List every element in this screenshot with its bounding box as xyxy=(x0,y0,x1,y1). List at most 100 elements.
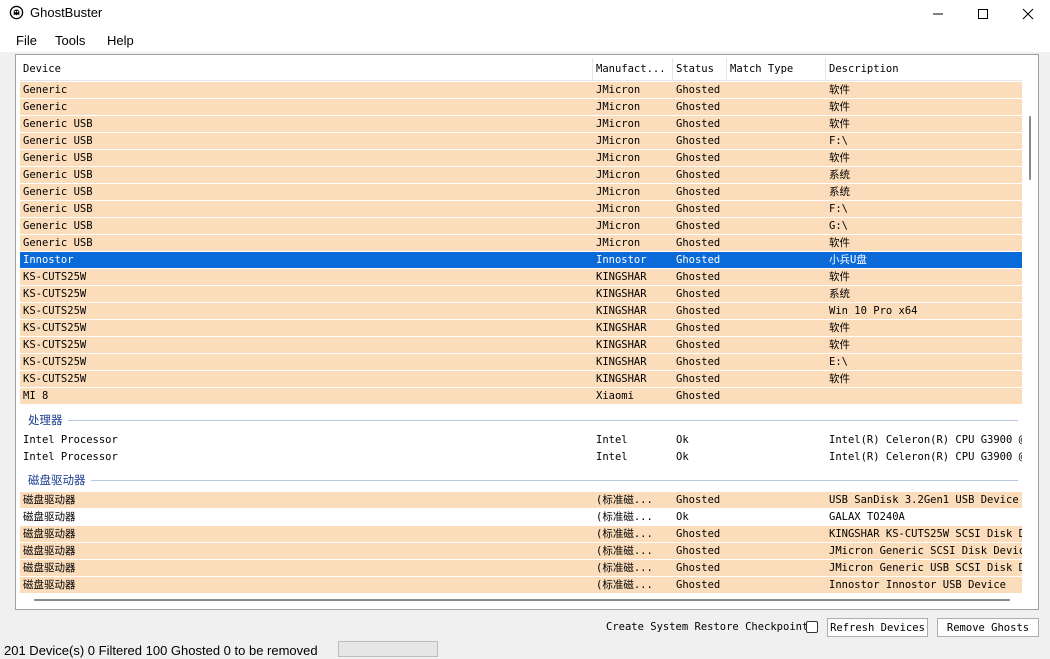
match-type-cell xyxy=(727,388,826,404)
manufacturer-cell: Intel xyxy=(596,434,628,446)
status-cell: Ghosted xyxy=(676,271,721,283)
match-type-cell xyxy=(727,184,826,200)
column-match-type[interactable]: Match Type xyxy=(727,58,826,80)
status-cell: Ghosted xyxy=(676,390,721,402)
manufacturer-cell: KINGSHAR xyxy=(596,305,647,317)
status-cell: Ghosted xyxy=(676,203,721,215)
table-row[interactable]: KS-CUTS25W KINGSHAR Ghosted 软件 xyxy=(20,320,1022,337)
manufacturer-cell: KINGSHAR xyxy=(596,339,647,351)
table-row[interactable]: KS-CUTS25W KINGSHAR Ghosted 软件 xyxy=(20,371,1022,388)
table-row[interactable]: Intel Processor Intel Ok Intel(R) Celeron(R… xyxy=(20,449,1022,465)
table-row[interactable]: 磁盘驱动器 (标准磁... Ghosted KINGSHAR KS-CUTS25W S… xyxy=(20,526,1022,543)
remove-ghosts-button[interactable]: Remove Ghosts xyxy=(937,618,1039,637)
table-row[interactable]: 磁盘驱动器 (标准磁... Ok GALAX TO240A xyxy=(20,509,1022,525)
description-cell: 软件 xyxy=(829,152,850,164)
table-row[interactable]: KS-CUTS25W KINGSHAR Ghosted 软件 xyxy=(20,337,1022,354)
menu-bar: File Tools Help xyxy=(0,28,1050,52)
column-manufacturer[interactable]: Manufact... xyxy=(593,58,673,80)
description-cell: Intel(R) Celeron(R) CPU G3900 @ xyxy=(829,451,1022,463)
manufacturer-cell: (标准磁... xyxy=(596,528,653,540)
status-cell: Ghosted xyxy=(676,169,721,181)
table-row[interactable]: MI 8 Xiaomi Ghosted xyxy=(20,388,1022,405)
device-cell: KS-CUTS25W xyxy=(23,339,87,351)
device-cell: KS-CUTS25W xyxy=(23,288,87,300)
vertical-scrollbar[interactable] xyxy=(1023,58,1037,588)
column-status[interactable]: Status xyxy=(673,58,727,80)
table-row[interactable]: KS-CUTS25W KINGSHAR Ghosted Win 10 Pro x64 xyxy=(20,303,1022,320)
match-type-cell xyxy=(727,492,826,508)
device-cell: Innostor xyxy=(23,254,74,266)
description-cell: 系统 xyxy=(829,288,850,300)
device-cell: Generic USB xyxy=(23,186,93,198)
menu-tools[interactable]: Tools xyxy=(55,33,85,48)
table-row[interactable]: 磁盘驱动器 (标准磁... Ghosted USB SanDisk 3.2Gen1 … xyxy=(20,492,1022,509)
table-row[interactable]: 磁盘驱动器 (标准磁... Ghosted Innostor Innostor USB… xyxy=(20,577,1022,594)
device-cell: MI 8 xyxy=(23,390,49,402)
horizontal-scrollbar[interactable] xyxy=(20,593,1022,607)
device-cell: 磁盘驱动器 xyxy=(23,528,76,540)
minimize-button[interactable] xyxy=(915,0,961,28)
manufacturer-cell: Innostor xyxy=(596,254,647,266)
device-cell: Generic USB xyxy=(23,118,93,130)
match-type-cell xyxy=(727,560,826,576)
list-header: Device Manufact... Status Match Type Des… xyxy=(20,58,1022,81)
manufacturer-cell: KINGSHAR xyxy=(596,271,647,283)
match-type-cell xyxy=(727,201,826,217)
table-row-selected[interactable]: Innostor Innostor Ghosted 小兵U盘 xyxy=(20,252,1022,268)
description-cell: 软件 xyxy=(829,271,850,283)
table-row[interactable]: 磁盘驱动器 (标准磁... Ghosted JMicron Generic SCSI … xyxy=(20,543,1022,560)
close-button[interactable] xyxy=(1005,0,1050,28)
progress-bar xyxy=(338,641,438,657)
table-row[interactable]: Generic JMicron Ghosted 软件 xyxy=(20,82,1022,99)
table-row[interactable]: Generic USB JMicron Ghosted G:\ xyxy=(20,218,1022,235)
match-type-cell xyxy=(727,150,826,166)
device-cell: KS-CUTS25W xyxy=(23,305,87,317)
table-row[interactable]: Generic USB JMicron Ghosted 软件 xyxy=(20,150,1022,167)
description-cell: 软件 xyxy=(829,84,850,96)
match-type-cell xyxy=(727,509,826,525)
title-bar[interactable]: GhostBuster xyxy=(0,0,1050,28)
table-row[interactable]: Generic USB JMicron Ghosted 软件 xyxy=(20,116,1022,133)
match-type-cell xyxy=(727,252,826,268)
table-row[interactable]: Generic JMicron Ghosted 软件 xyxy=(20,99,1022,116)
table-row[interactable]: Intel Processor Intel Ok Intel(R) Celeron(R… xyxy=(20,432,1022,448)
table-row[interactable]: Generic USB JMicron Ghosted F:\ xyxy=(20,201,1022,218)
table-row[interactable]: Generic USB JMicron Ghosted 系统 xyxy=(20,167,1022,184)
status-cell: Ghosted xyxy=(676,305,721,317)
device-list[interactable]: Device Manufact... Status Match Type Des… xyxy=(15,54,1039,610)
table-row[interactable]: 磁盘驱动器 (标准磁... Ghosted JMicron Generic USB S… xyxy=(20,560,1022,577)
menu-file[interactable]: File xyxy=(16,33,37,48)
description-cell: USB SanDisk 3.2Gen1 USB Device xyxy=(829,494,1019,506)
table-row[interactable]: Generic USB JMicron Ghosted F:\ xyxy=(20,133,1022,150)
refresh-devices-button[interactable]: Refresh Devices xyxy=(827,618,928,637)
match-type-cell xyxy=(727,543,826,559)
description-cell: Innostor Innostor USB Device xyxy=(829,579,1007,591)
maximize-button[interactable] xyxy=(960,0,1006,28)
description-cell: E:\ xyxy=(829,356,848,368)
table-row[interactable]: Generic USB JMicron Ghosted 系统 xyxy=(20,184,1022,201)
restore-checkpoint-checkbox[interactable] xyxy=(806,621,818,633)
vertical-scroll-thumb[interactable] xyxy=(1029,116,1031,180)
group-header-disk-drives[interactable]: 磁盘驱动器 xyxy=(20,472,1022,490)
table-row[interactable]: Generic USB JMicron Ghosted 软件 xyxy=(20,235,1022,252)
table-row[interactable]: KS-CUTS25W KINGSHAR Ghosted 系统 xyxy=(20,286,1022,303)
device-cell: 磁盘驱动器 xyxy=(23,579,76,591)
manufacturer-cell: Intel xyxy=(596,451,628,463)
group-header-processor[interactable]: 处理器 xyxy=(20,412,1022,430)
column-description[interactable]: Description xyxy=(826,58,1022,80)
device-cell: 磁盘驱动器 xyxy=(23,545,76,557)
match-type-cell xyxy=(727,526,826,542)
table-row[interactable]: KS-CUTS25W KINGSHAR Ghosted 软件 xyxy=(20,269,1022,286)
device-cell: Intel Processor xyxy=(23,434,118,446)
column-device[interactable]: Device xyxy=(20,58,593,80)
device-cell: Generic xyxy=(23,84,68,96)
restore-checkpoint-label[interactable]: Create System Restore Checkpoint xyxy=(606,621,808,633)
manufacturer-cell: (标准磁... xyxy=(596,562,653,574)
status-cell: Ghosted xyxy=(676,135,721,147)
table-row[interactable]: KS-CUTS25W KINGSHAR Ghosted E:\ xyxy=(20,354,1022,371)
status-text: 201 Device(s) 0 Filtered 100 Ghosted 0 t… xyxy=(4,643,318,658)
horizontal-scroll-thumb[interactable] xyxy=(34,599,1010,601)
description-cell xyxy=(826,388,1022,404)
menu-help[interactable]: Help xyxy=(107,33,134,48)
status-cell: Ghosted xyxy=(676,254,721,266)
